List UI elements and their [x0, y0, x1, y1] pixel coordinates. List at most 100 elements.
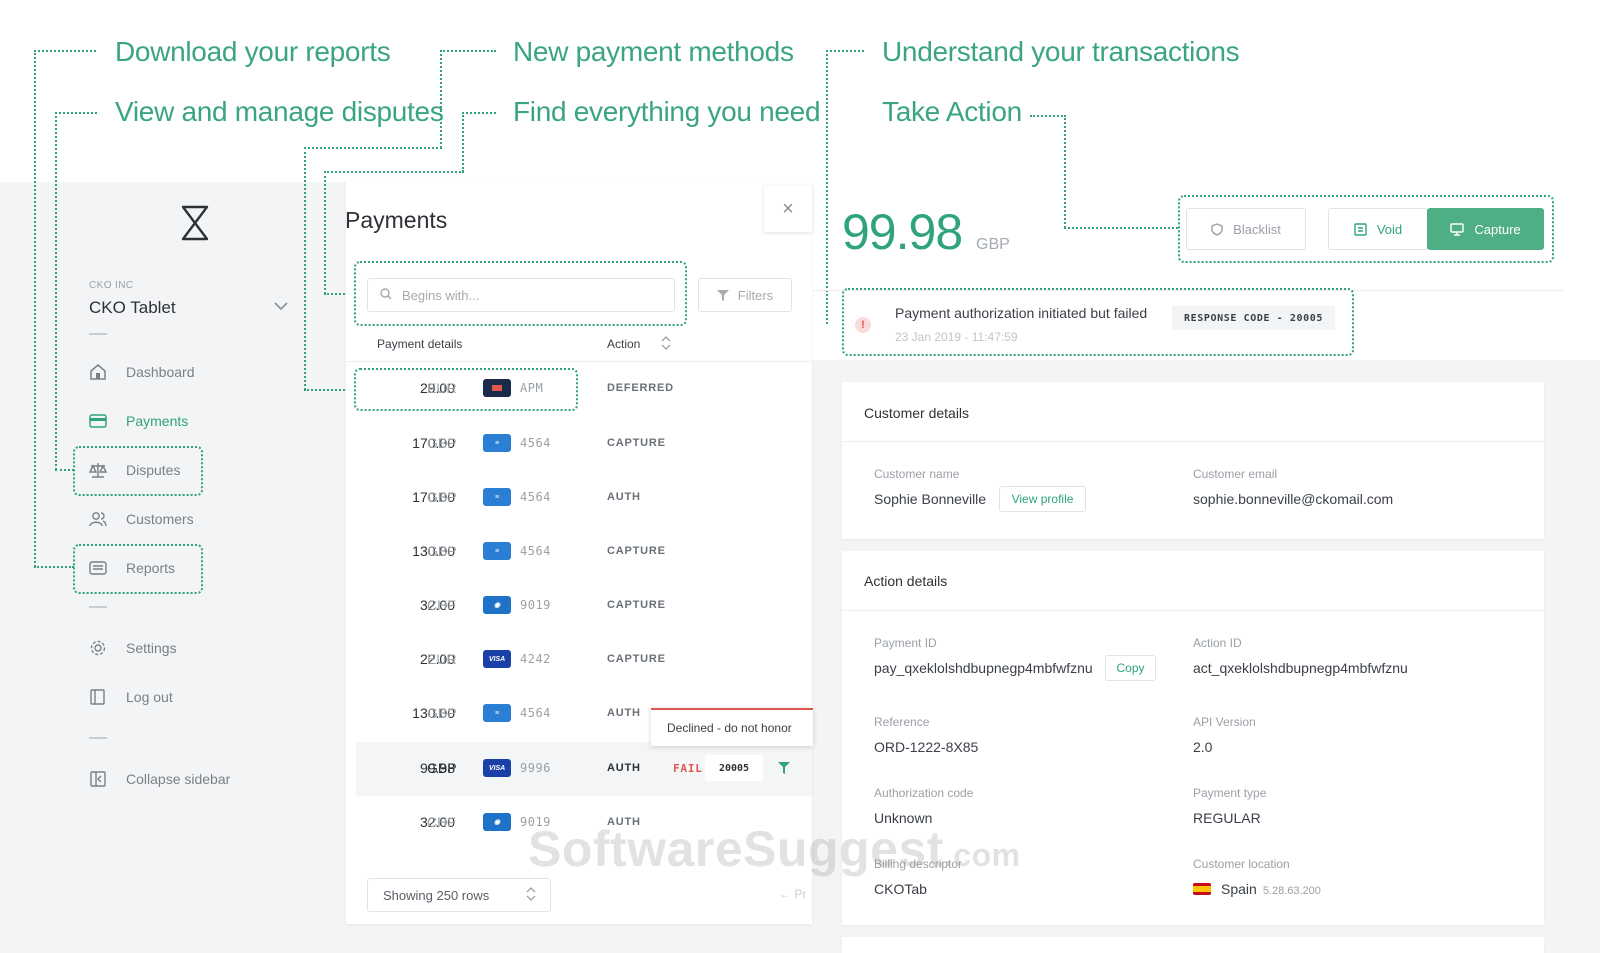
view-profile-button[interactable]: View profile: [999, 486, 1086, 512]
sidebar-item-reports[interactable]: Reports: [88, 556, 175, 580]
filter-icon: [716, 289, 729, 301]
apm-icon: [483, 379, 511, 397]
card-title: Action details: [864, 573, 948, 589]
reports-icon: [88, 558, 108, 578]
sort-icon[interactable]: [661, 336, 671, 355]
divider: [842, 610, 1544, 611]
chevron-down-icon[interactable]: [274, 298, 288, 314]
callout-find-everything: Find everything you need: [513, 96, 821, 127]
next-card: [842, 937, 1544, 953]
auth-code: Unknown: [874, 810, 933, 826]
search-icon: [380, 287, 392, 303]
row-action: CAPTURE: [607, 653, 666, 665]
filters-button[interactable]: Filters: [698, 278, 792, 312]
connector-line: [440, 50, 496, 52]
callout-take-action: Take Action: [882, 96, 1022, 127]
row-currency: EUR: [427, 651, 457, 667]
row-action: CAPTURE: [607, 599, 666, 611]
search-placeholder: Begins with...: [402, 287, 480, 303]
table-row[interactable]: 32.00 CHF ◉ 9019 CAPTURE: [356, 579, 812, 633]
table-row[interactable]: 170.00 GBP ≡ 4564 CAPTURE: [356, 417, 812, 471]
dashboard-icon: [88, 362, 108, 382]
sidebar-item-dashboard[interactable]: Dashboard: [88, 360, 195, 384]
customer-email-label: Customer email: [1193, 467, 1278, 481]
payment-type-label: Payment type: [1193, 786, 1267, 800]
payments-icon: [88, 411, 108, 431]
scales-icon: [88, 460, 108, 480]
void-icon: [1354, 222, 1367, 236]
search-input[interactable]: Begins with...: [367, 278, 675, 312]
row-method: 4564: [520, 706, 551, 720]
logout-icon: [88, 687, 108, 707]
sidebar-item-label: Customers: [126, 511, 194, 527]
row-action: CAPTURE: [607, 437, 666, 449]
close-button[interactable]: ×: [764, 186, 812, 232]
amex-card-icon: ≡: [483, 542, 511, 560]
sidebar-divider: [89, 737, 107, 739]
diners-card-icon: ◉: [483, 596, 511, 614]
response-code-chip: 20005: [705, 755, 763, 781]
divider: [812, 290, 1564, 291]
sidebar-item-logout[interactable]: Log out: [88, 685, 173, 709]
sort-icon: [526, 886, 536, 904]
row-currency: GBP: [427, 489, 457, 505]
table-row[interactable]: 130.00 GBP ≡ 4564 CAPTURE: [356, 525, 812, 579]
row-action: AUTH: [607, 816, 641, 828]
divider: [842, 441, 1544, 442]
row-method: APM: [520, 381, 544, 395]
sidebar-divider: [89, 333, 107, 335]
table-row-selected[interactable]: 99.98 GBP VISA 9996 AUTH FAIL 20005: [356, 742, 812, 796]
close-icon: ×: [782, 197, 794, 220]
copy-button[interactable]: Copy: [1105, 655, 1156, 681]
row-currency: EUR: [427, 380, 457, 396]
column-header-details: Payment details: [377, 337, 463, 351]
row-currency: CHF: [427, 597, 456, 613]
callout-download-reports: Download your reports: [115, 36, 391, 67]
sidebar-item-label: Collapse sidebar: [126, 771, 231, 787]
prev-page-link[interactable]: ← Pr: [779, 887, 806, 901]
billing-descriptor: CKOTab: [874, 881, 927, 897]
blacklist-button[interactable]: Blacklist: [1186, 208, 1306, 250]
customer-name: Sophie Bonneville: [874, 491, 987, 507]
rows-per-page-select[interactable]: Showing 250 rows: [367, 878, 551, 912]
visa-card-icon: VISA: [483, 650, 511, 668]
capture-button[interactable]: Capture: [1427, 208, 1544, 250]
org-name[interactable]: CKO Tablet: [89, 298, 176, 318]
column-header-action[interactable]: Action: [607, 337, 640, 351]
diners-card-icon: ◉: [483, 813, 511, 831]
alert-timestamp: 23 Jan 2019 - 11:47:59: [895, 330, 1018, 344]
action-details-card: Action details Payment ID pay_qxeklolshd…: [842, 551, 1544, 925]
blacklist-label: Blacklist: [1233, 221, 1281, 237]
sidebar-item-disputes[interactable]: Disputes: [88, 458, 180, 482]
sidebar-item-payments[interactable]: Payments: [88, 409, 188, 433]
sidebar-item-label: Log out: [126, 689, 173, 705]
connector-line: [324, 171, 464, 173]
table-row[interactable]: 22.00 EUR VISA 4242 CAPTURE: [356, 633, 812, 687]
customer-location: Spain 5.28.63.200: [1193, 881, 1321, 897]
shield-icon: [1211, 222, 1223, 236]
row-currency: GBP: [427, 760, 457, 776]
sidebar-item-settings[interactable]: Settings: [88, 636, 177, 660]
api-version: 2.0: [1193, 739, 1213, 755]
table-row[interactable]: 32.00 CHF ◉ 9019 AUTH: [356, 796, 812, 850]
payment-type: REGULAR: [1193, 810, 1261, 826]
sidebar-item-label: Settings: [126, 640, 177, 656]
table-row[interactable]: 29.00 EUR APM DEFERRED: [356, 362, 812, 416]
capture-label: Capture: [1474, 221, 1521, 237]
sidebar-item-collapse[interactable]: Collapse sidebar: [88, 767, 230, 791]
row-currency: GBP: [427, 705, 457, 721]
row-action: AUTH: [607, 491, 641, 503]
callout-view-disputes: View and manage disputes: [115, 96, 444, 127]
table-row[interactable]: 170.00 GBP ≡ 4564 AUTH: [356, 471, 812, 525]
connector-line: [1064, 115, 1066, 228]
visa-card-icon: VISA: [483, 759, 511, 777]
row-action: CAPTURE: [607, 545, 666, 557]
capture-icon: [1450, 222, 1465, 236]
connector-line: [1030, 115, 1066, 117]
location-country: Spain: [1221, 881, 1257, 897]
void-button[interactable]: Void: [1328, 208, 1428, 250]
row-currency: GBP: [427, 435, 457, 451]
sidebar-item-customers[interactable]: Customers: [88, 507, 194, 531]
filter-icon[interactable]: [778, 761, 790, 779]
status-badge: FAIL: [673, 762, 703, 775]
